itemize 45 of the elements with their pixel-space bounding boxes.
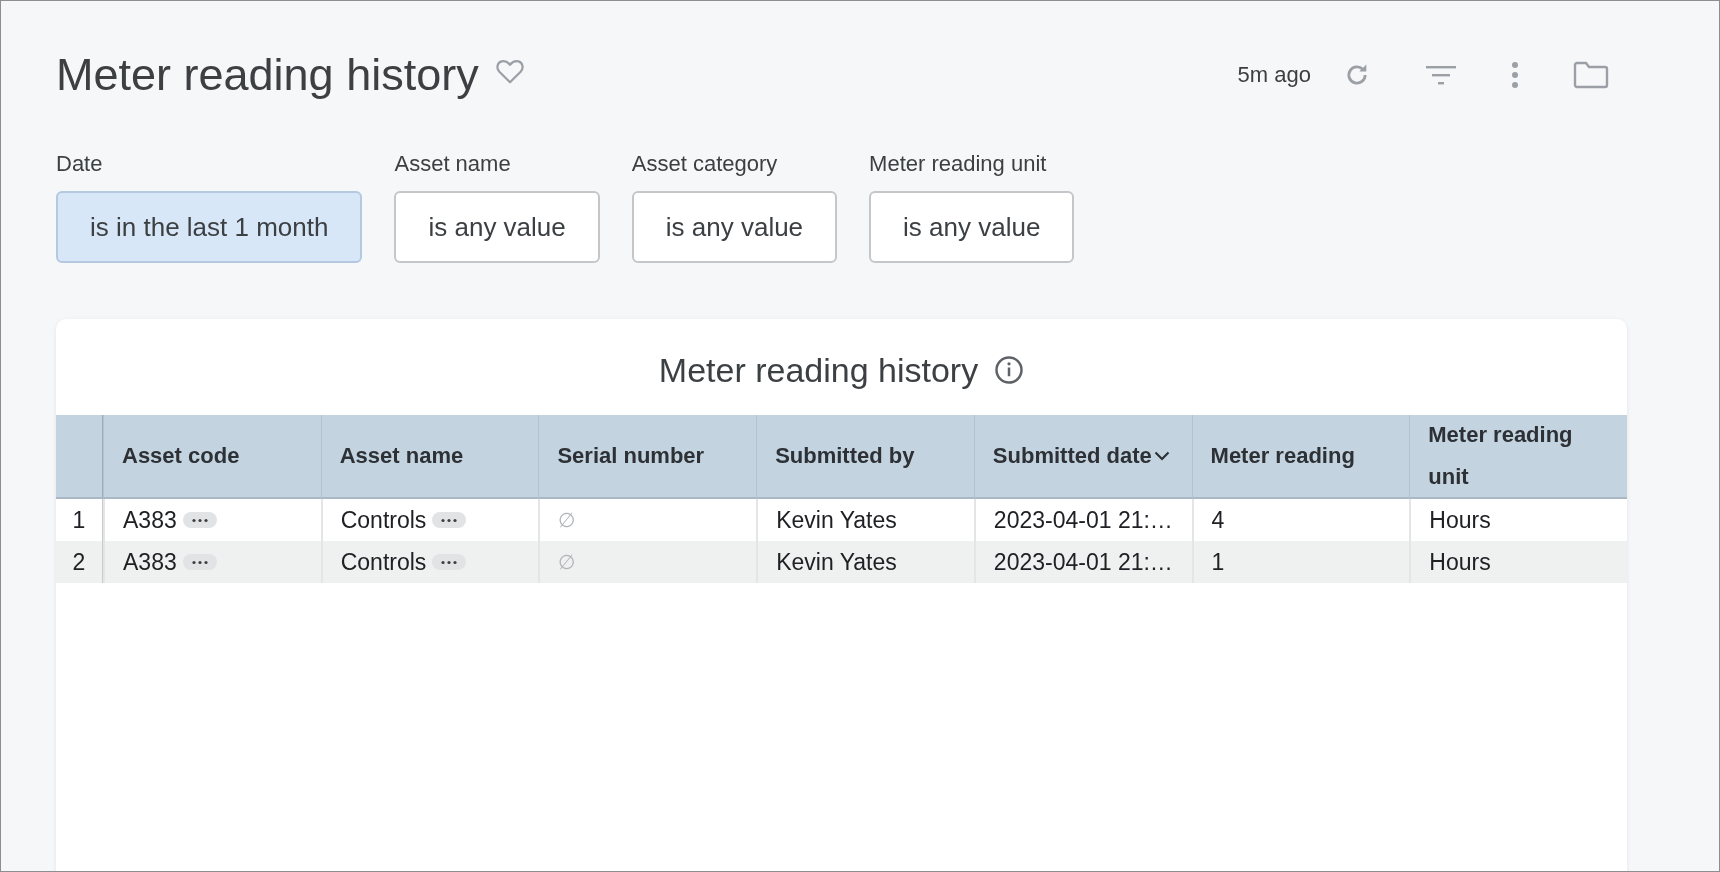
last-updated-text: 5m ago: [1237, 62, 1311, 88]
column-header[interactable]: Serial number: [538, 415, 757, 499]
table-cell-text: 2023-04-01 21:…: [993, 506, 1173, 534]
filter-button[interactable]: is any value: [394, 191, 600, 263]
table-cell-text: A383: [123, 506, 177, 534]
column-header[interactable]: Meter reading unit: [1409, 415, 1627, 499]
filter-button[interactable]: is any value: [631, 191, 838, 263]
ellipsis-icon[interactable]: [432, 554, 467, 570]
column-header[interactable]: Submitted date: [973, 415, 1192, 499]
null-value: ∅: [558, 550, 576, 574]
table-cell-text: 2023-04-01 21:…: [993, 548, 1173, 576]
table-cell-text: A383: [123, 548, 177, 576]
filter-label: Asset category: [631, 151, 779, 177]
table-cell-text: 4: [1211, 506, 1225, 534]
column-header-text: Meter reading unit: [1428, 421, 1574, 491]
table-cell-text: Hours: [1429, 548, 1491, 576]
null-value: ∅: [558, 508, 576, 532]
row-number: 2: [56, 541, 103, 583]
page-title: Meter reading history: [56, 49, 479, 101]
column-header-text: Asset code: [122, 442, 240, 470]
ellipsis-icon[interactable]: [432, 512, 467, 528]
ellipsis-icon[interactable]: [182, 554, 217, 570]
table-title: Meter reading history: [658, 350, 979, 390]
filter-button[interactable]: is in the last 1 month: [56, 191, 363, 263]
info-icon[interactable]: [994, 355, 1025, 385]
column-header-text: Submitted date: [992, 442, 1152, 470]
filter-label: Asset name: [394, 151, 512, 177]
table-cell-text: Kevin Yates: [776, 506, 897, 534]
table-cell-text: 1: [1211, 548, 1225, 576]
table-cell-text: Controls: [340, 506, 427, 534]
column-header-text: Submitted by: [775, 442, 915, 470]
table-cell-text: Hours: [1429, 506, 1491, 534]
ellipsis-icon[interactable]: [182, 512, 217, 528]
filter-button[interactable]: is any value: [869, 191, 1075, 263]
table-cell-text: Kevin Yates: [776, 548, 897, 576]
filter-label: Meter reading unit: [869, 151, 1048, 177]
column-header[interactable]: Asset name: [320, 415, 539, 499]
filter-label: Date: [56, 151, 104, 177]
column-header[interactable]: Meter reading: [1191, 415, 1410, 499]
column-header[interactable]: Submitted by: [756, 415, 974, 499]
column-header[interactable]: Asset code: [103, 415, 321, 499]
column-header-text: Meter reading: [1210, 442, 1355, 470]
column-header-text: Asset name: [339, 442, 464, 470]
column-header-text: Serial number: [557, 442, 705, 470]
table-cell-text: Controls: [340, 548, 427, 576]
